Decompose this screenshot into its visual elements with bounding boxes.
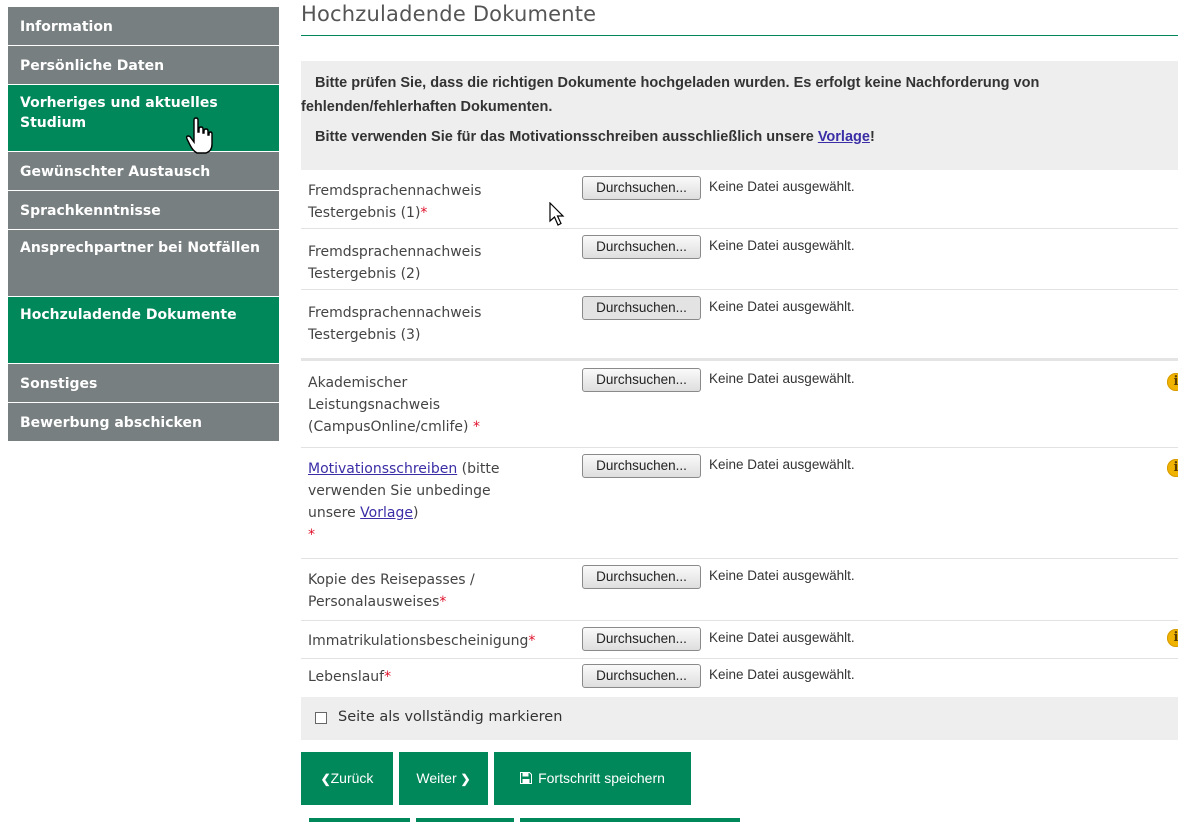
save-button-label: Fortschritt speichern — [538, 770, 665, 786]
upload-label-text: Lebenslauf — [308, 669, 385, 685]
mouse-pointer-icon — [549, 202, 565, 226]
upload-label: Immatrikulationsbescheinigung* — [308, 630, 573, 652]
upload-row-motivation-letter: Motivationsschreiben (bitte verwenden Si… — [301, 448, 1178, 559]
browse-button[interactable]: Durchsuchen... — [582, 368, 701, 392]
notice-line-3: Bitte verwenden Sie für das Motivationss… — [301, 125, 1178, 149]
sidebar-item-information[interactable]: Information — [8, 7, 279, 46]
section-divider — [301, 358, 1178, 361]
no-file-text: Keine Datei ausgewählt. — [709, 299, 855, 314]
sidebar-item-desired-exchange[interactable]: Gewünschter Austausch — [8, 152, 279, 191]
browse-button[interactable]: Durchsuchen... — [582, 565, 701, 589]
no-file-text: Keine Datei ausgewählt. — [709, 371, 855, 386]
upload-row-language-test-3: Fremdsprachennachweis Testergebnis (3) D… — [301, 290, 1178, 356]
upload-label-text: Fremdsprachennachweis Testergebnis (2) — [308, 244, 482, 282]
save-progress-button-bottom[interactable] — [520, 818, 740, 822]
upload-label: Kopie des Reisepasses / Personalausweise… — [308, 569, 518, 613]
required-mark: * — [439, 594, 447, 610]
upload-label: Fremdsprachennachweis Testergebnis (1)* — [308, 180, 573, 224]
chevron-left-icon: ❮ — [320, 772, 331, 786]
next-button-bottom[interactable] — [416, 818, 514, 822]
no-file-text: Keine Datei ausgewählt. — [709, 630, 855, 645]
browse-button[interactable]: Durchsuchen... — [582, 176, 701, 200]
no-file-text: Keine Datei ausgewählt. — [709, 179, 855, 194]
sidebar-item-submit-application[interactable]: Bewerbung abschicken — [8, 403, 279, 442]
upload-row-enrollment-certificate: Immatrikulationsbescheinigung* Durchsuch… — [301, 621, 1178, 659]
info-icon[interactable]: i — [1167, 373, 1178, 391]
save-progress-button[interactable]: Fortschritt speichern — [494, 752, 691, 805]
info-icon[interactable]: i — [1167, 629, 1178, 647]
no-file-text: Keine Datei ausgewählt. — [709, 667, 855, 682]
notice-line-1: Bitte prüfen Sie, dass die richtigen Dok… — [315, 75, 1040, 91]
upload-row-language-test-2: Fremdsprachennachweis Testergebnis (2) D… — [301, 229, 1178, 290]
required-mark: * — [472, 419, 480, 435]
upload-row-academic-record: Akademischer Leistungsnachweis (CampusOn… — [301, 362, 1178, 448]
upload-label: Fremdsprachennachweis Testergebnis (3) — [308, 302, 573, 346]
sidebar-item-documents[interactable]: Hochzuladende Dokumente — [8, 297, 279, 364]
browse-button[interactable]: Durchsuchen... — [582, 235, 701, 259]
browse-button[interactable]: Durchsuchen... — [582, 627, 701, 651]
upload-label-text: Immatrikulationsbescheinigung — [308, 633, 529, 649]
upload-row-cv: Lebenslauf* Durchsuchen... Keine Datei a… — [301, 659, 1178, 693]
hand-cursor-icon — [185, 117, 213, 154]
notice-box: Bitte prüfen Sie, dass die richtigen Dok… — [301, 61, 1178, 170]
required-mark: * — [308, 527, 315, 543]
required-mark: * — [420, 205, 428, 221]
next-button-label: Weiter — [416, 770, 457, 786]
floppy-disk-icon — [520, 772, 533, 784]
back-button-label: Zurück — [330, 770, 374, 786]
required-mark: * — [384, 669, 392, 685]
template-link[interactable]: Vorlage — [360, 505, 413, 521]
upload-label-text: Fremdsprachennachweis Testergebnis (1) — [308, 183, 482, 221]
upload-label: Fremdsprachennachweis Testergebnis (2) — [308, 241, 573, 285]
notice-line-2: fehlenden/fehlerhaften Dokumenten. — [301, 99, 553, 115]
chevron-right-icon: ❯ — [460, 772, 471, 786]
back-button[interactable]: ❮Zurück — [301, 752, 393, 805]
page-title: Hochzuladende Dokumente — [301, 2, 597, 26]
upload-row-passport-copy: Kopie des Reisepasses / Personalausweise… — [301, 559, 1178, 621]
next-button[interactable]: Weiter ❯ — [399, 752, 488, 805]
sidebar-nav: Information Persönliche Daten Vorheriges… — [8, 7, 279, 442]
notice-line-3-text: Bitte verwenden Sie für das Motivationss… — [315, 129, 818, 145]
upload-label-text: Akademischer Leistungsnachweis (CampusOn… — [308, 375, 469, 435]
upload-label-text: Kopie des Reisepasses / Personalausweise… — [308, 572, 475, 610]
back-button-bottom[interactable] — [309, 818, 410, 822]
no-file-text: Keine Datei ausgewählt. — [709, 568, 855, 583]
upload-row-language-test-1: Fremdsprachennachweis Testergebnis (1)* … — [301, 170, 1178, 229]
template-link[interactable]: Vorlage — [818, 129, 870, 145]
upload-label: Lebenslauf* — [308, 666, 573, 688]
sidebar-item-language-skills[interactable]: Sprachkenntnisse — [8, 191, 279, 230]
upload-label: Akademischer Leistungsnachweis (CampusOn… — [308, 372, 508, 438]
upload-label-text: Fremdsprachennachweis Testergebnis (3) — [308, 305, 482, 343]
sidebar-item-other[interactable]: Sonstiges — [8, 364, 279, 403]
info-icon[interactable]: i — [1167, 459, 1178, 477]
sidebar-item-previous-studies[interactable]: Vorheriges und aktuelles Studium — [8, 85, 279, 152]
browse-button[interactable]: Durchsuchen... — [582, 454, 701, 478]
mark-complete-label[interactable]: Seite als vollständig markieren — [338, 709, 562, 725]
title-divider — [301, 35, 1178, 36]
sidebar-item-personal-data[interactable]: Persönliche Daten — [8, 46, 279, 85]
browse-button[interactable]: Durchsuchen... — [582, 664, 701, 688]
mark-complete-checkbox[interactable] — [315, 712, 327, 724]
required-mark: * — [528, 633, 536, 649]
browse-button[interactable]: Durchsuchen... — [582, 296, 701, 320]
notice-line-3-end: ! — [869, 129, 875, 145]
sidebar-item-emergency-contact[interactable]: Ansprechpartner bei Notfällen — [8, 230, 279, 297]
no-file-text: Keine Datei ausgewählt. — [709, 238, 855, 253]
motivation-letter-link[interactable]: Motivationsschreiben — [308, 461, 457, 477]
no-file-text: Keine Datei ausgewählt. — [709, 457, 855, 472]
upload-label: Motivationsschreiben (bitte verwenden Si… — [308, 458, 538, 546]
upload-label-end: ) — [412, 505, 419, 521]
mark-complete-bar: Seite als vollständig markieren — [301, 697, 1178, 740]
